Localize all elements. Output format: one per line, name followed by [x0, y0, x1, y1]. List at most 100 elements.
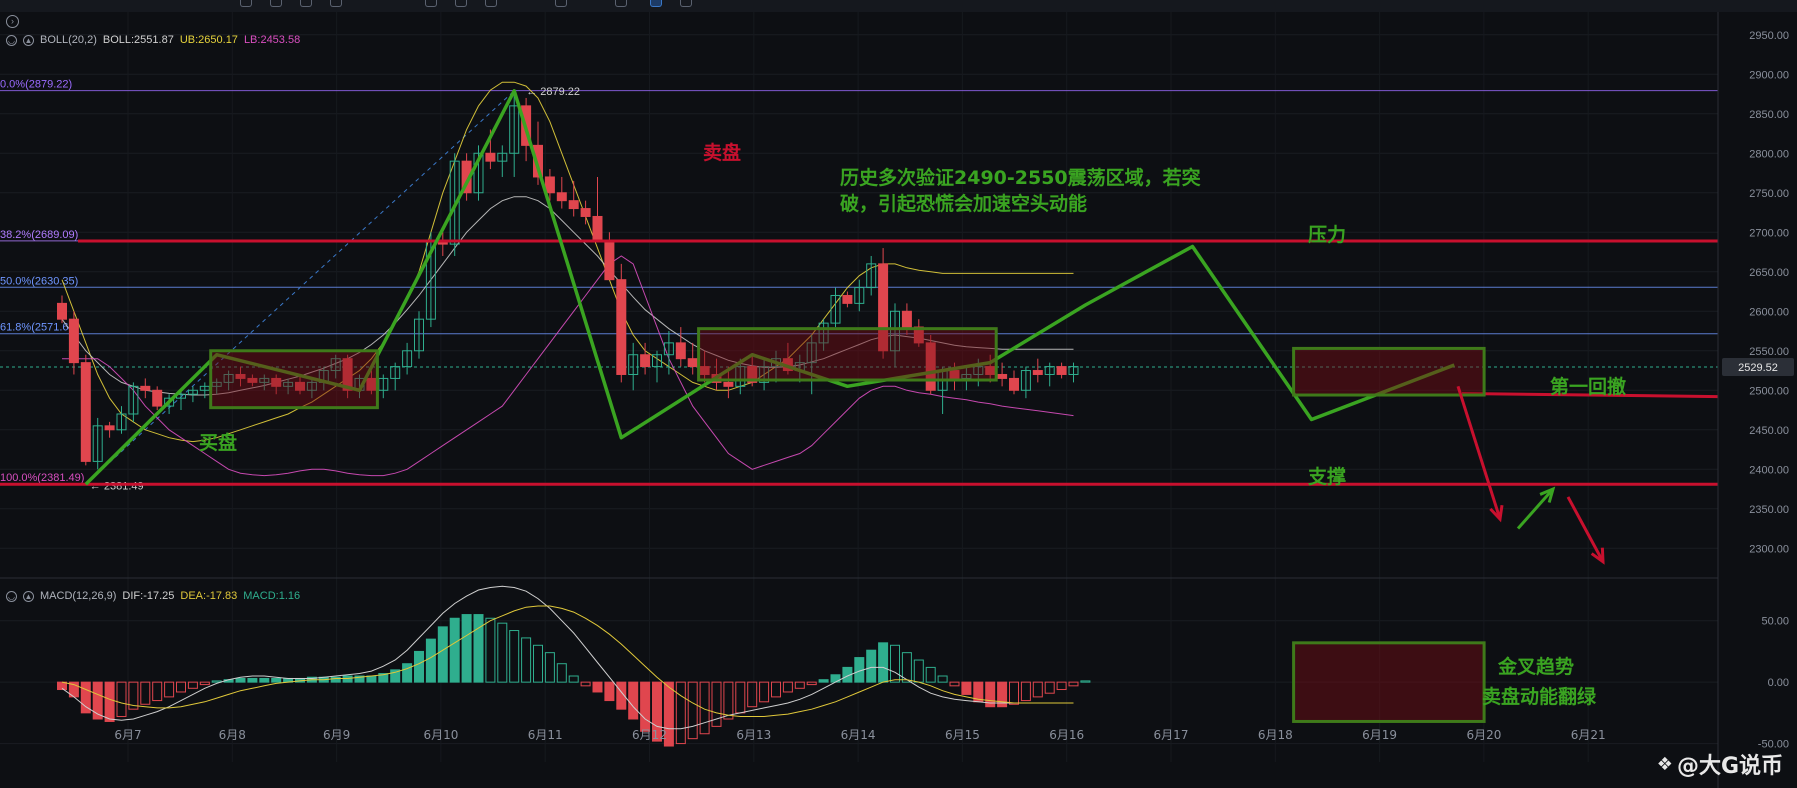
boll-legend: ◡ ▲ BOLL(20,2) BOLL:2551.87 UB:2650.17 L… [6, 34, 300, 46]
macd-histogram-bar [330, 676, 341, 683]
macd-histogram-bar [461, 614, 472, 683]
macd-histogram-bar [164, 681, 175, 698]
macd-histogram-bar [449, 617, 460, 683]
toolbar-icon[interactable] [485, 0, 497, 7]
price-tick-label: 2800.00 [1749, 148, 1789, 160]
boll-label: BOLL(20,2) [40, 34, 97, 46]
macd-label: MACD(12,26,9) [40, 590, 117, 602]
toolbar-icon[interactable] [240, 0, 252, 7]
toolbar-icon[interactable] [425, 0, 437, 7]
macd-histogram-bar [247, 677, 258, 683]
date-tick-label: 6月18 [1258, 728, 1293, 742]
candle-body [604, 239, 615, 281]
macd-histogram-bar [140, 681, 151, 705]
eye-icon[interactable]: ◡ [6, 590, 17, 602]
toolbar-icon[interactable] [330, 0, 342, 7]
fib-level-label: 100.0%(2381.49) [0, 472, 84, 484]
fib-level-label: 0.0%(2879.22) [0, 79, 72, 91]
macd-histogram-bar [628, 681, 639, 720]
candle-body [485, 152, 496, 162]
macd-panel [57, 585, 1091, 747]
candle-body [675, 342, 686, 360]
candle-body [1009, 377, 1019, 391]
macd-histogram-bar [1080, 680, 1091, 683]
lock-icon[interactable]: ▲ [23, 34, 34, 46]
candle-body [568, 200, 579, 210]
macd-histogram-bar [949, 681, 960, 687]
fib-level-label: 38.2%(2689.09) [0, 229, 78, 241]
macd-histogram-bar [580, 681, 591, 687]
candle-body [68, 318, 79, 364]
toolbar-icon-active[interactable] [650, 0, 662, 7]
macd-histogram-bar [782, 681, 793, 693]
macd-histogram-bar [794, 681, 805, 689]
price-tick-label: 2750.00 [1749, 188, 1789, 200]
price-tick-label: 2450.00 [1749, 425, 1789, 437]
macd-tick-label: 0.00 [1768, 677, 1789, 689]
macd-histogram-bar [437, 626, 448, 683]
watermark-text: @大G说币 [1676, 754, 1783, 779]
top-toolbar [0, 0, 1797, 12]
date-tick-label: 6月7 [114, 728, 141, 742]
date-tick-label: 6月8 [219, 728, 246, 742]
candle-body [1032, 370, 1043, 375]
eye-icon[interactable]: ◡ [6, 34, 17, 46]
current-price-label: 2529.52 [1738, 362, 1778, 374]
macd-histogram-bar [818, 679, 829, 683]
toolbar-icon[interactable] [455, 0, 467, 7]
macd-dea-value: DEA:-17.83 [180, 590, 238, 602]
toolbar-icon[interactable] [270, 0, 282, 7]
date-tick-label: 6月13 [736, 728, 771, 742]
boll-ub-value: UB:2650.17 [179, 34, 238, 46]
macd-histogram-bar [913, 659, 924, 683]
date-tick-label: 6月15 [945, 728, 980, 742]
price-tick-label: 2950.00 [1749, 30, 1789, 42]
macd-dea-line [61, 605, 1074, 717]
toolbar-icon[interactable] [615, 0, 627, 7]
macd-histogram-bar [1056, 681, 1067, 691]
annotation-history-line1: 历史多次验证2490-2550震荡区域，若突 [840, 167, 1201, 189]
annotation-sell-green: 卖盘动能翻绿 [1482, 686, 1597, 708]
macd-histogram-bar [1009, 681, 1019, 705]
consolidation-box [697, 327, 998, 382]
macd-histogram-bar [878, 642, 889, 683]
macd-histogram-bar [675, 681, 686, 745]
macd-histogram-bar [1044, 681, 1055, 694]
candle-body [104, 425, 115, 431]
lock-icon[interactable]: ▲ [23, 590, 34, 602]
candle-body [687, 358, 698, 368]
macd-macd-value: MACD:1.16 [243, 590, 301, 602]
toolbar-icon[interactable] [680, 0, 692, 7]
collapse-icon[interactable]: › [6, 15, 19, 28]
macd-histogram-bar [544, 652, 555, 683]
toolbar-icon[interactable] [555, 0, 567, 7]
boll-lb-value: LB:2453.58 [243, 34, 301, 46]
macd-histogram-bar [271, 677, 282, 683]
annotation-support: 支撑 [1308, 466, 1347, 488]
price-tick-label: 2900.00 [1749, 69, 1789, 81]
macd-histogram-bar [116, 681, 127, 718]
macd-histogram-bar [890, 644, 900, 683]
macd-tick-label: 50.00 [1761, 616, 1789, 628]
macd-histogram-bar [342, 675, 353, 683]
candle-body [80, 362, 91, 462]
candle-body [997, 373, 1008, 379]
macd-histogram-bar [473, 614, 484, 683]
watermark: ❖ @大G说币 [1657, 748, 1783, 780]
macd-histogram-bar [509, 630, 520, 683]
macd-dif-value: DIF:-17.25 [122, 590, 175, 602]
macd-histogram-bar [866, 649, 877, 683]
macd-histogram-bar [961, 681, 972, 695]
candle-body [901, 310, 912, 328]
date-tick-label: 6月10 [423, 728, 458, 742]
date-tick-label: 6月11 [528, 728, 563, 742]
toolbar-icon[interactable] [300, 0, 312, 7]
macd-histogram-bar [604, 681, 615, 702]
macd-histogram-bar [485, 617, 496, 683]
annotation-buy: 买盘 [199, 432, 238, 454]
macd-histogram-bar [806, 681, 817, 686]
macd-legend: ◡ ▲ MACD(12,26,9) DIF:-17.25 DEA:-17.83 … [6, 590, 300, 602]
low-price-label: ← 2381.49 [90, 480, 144, 492]
macd-histogram-bar [640, 681, 651, 732]
macd-histogram-bar [747, 681, 758, 708]
